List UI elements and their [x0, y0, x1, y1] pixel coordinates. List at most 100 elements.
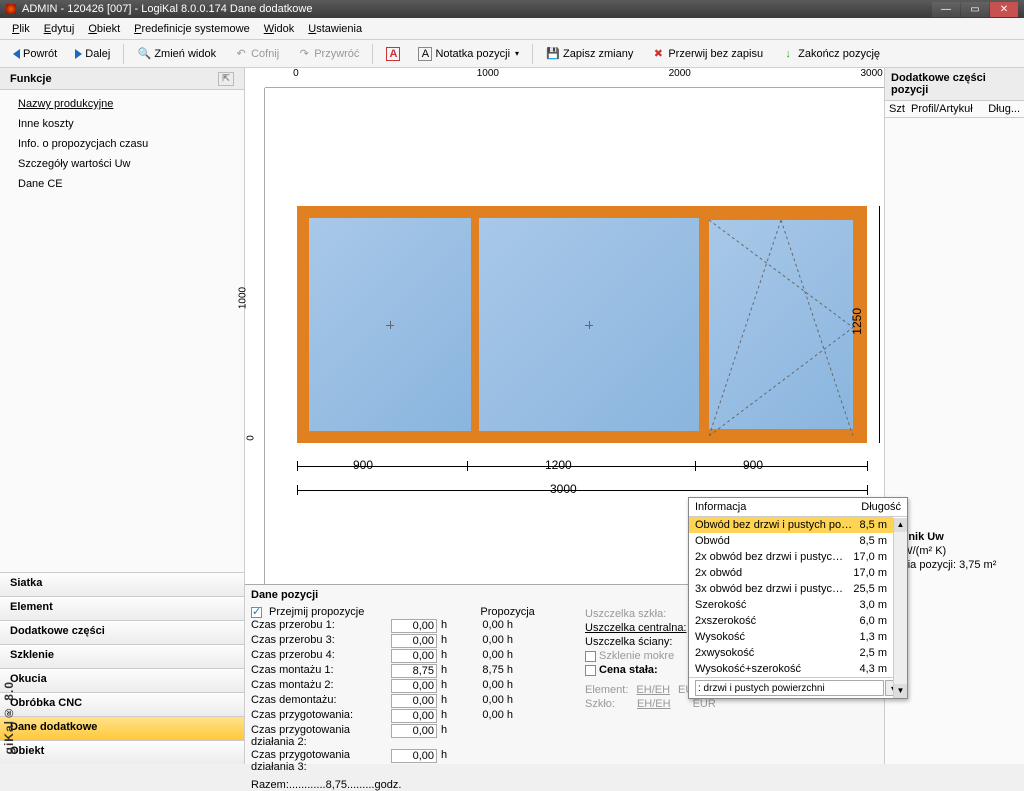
time-input[interactable] [391, 724, 437, 738]
info-row[interactable]: Szerokość3,0 m [689, 597, 893, 613]
info-row[interactable]: Obwód bez drzwi i pustych powierzchni8,5… [689, 517, 893, 533]
przejmij-checkbox[interactable] [251, 607, 262, 618]
letter-a-icon: A [386, 47, 400, 61]
cena-checkbox[interactable] [585, 665, 596, 676]
funkcje-list: Nazwy produkcyjne Inne koszty Info. o pr… [0, 90, 244, 198]
info-row[interactable]: 2xszerokość6,0 m [689, 613, 893, 629]
menu-plik[interactable]: Plik [6, 21, 36, 37]
funkcje-item[interactable]: Szczegóły wartości Uw [0, 154, 244, 174]
menu-obiekt[interactable]: Obiekt [82, 21, 126, 37]
section-okucia[interactable]: Okucia [0, 668, 244, 692]
time-input[interactable] [391, 709, 437, 723]
save-button[interactable]: 💾Zapisz zmiany [539, 44, 640, 64]
view-icon: 🔍 [137, 47, 151, 61]
menu-predef[interactable]: Predefinicje systemowe [128, 21, 256, 37]
info-popup: InformacjaDługość Obwód bez drzwi i pust… [688, 497, 908, 699]
time-label: Czas przygotowania działania 3: [251, 749, 391, 773]
change-view-button[interactable]: 🔍Zmień widok [130, 44, 223, 64]
undo-icon: ↶ [234, 47, 248, 61]
note-pos-button[interactable]: ANotatka pozycji▾ [411, 44, 526, 64]
pane-1 [305, 214, 475, 435]
info-row[interactable]: 2xwysokość2,5 m [689, 645, 893, 661]
time-input[interactable] [391, 619, 437, 633]
time-label: Czas przygotowania: [251, 709, 391, 723]
section-element[interactable]: Element [0, 596, 244, 620]
popup-dropdown[interactable]: ▾ [689, 677, 907, 698]
window-title: ADMIN - 120426 [007] - LogiKal 8.0.0.174… [22, 3, 312, 15]
back-button[interactable]: Powrót [6, 45, 64, 63]
maximize-button[interactable]: ▭ [961, 2, 989, 17]
menu-widok[interactable]: Widok [258, 21, 301, 37]
redo-icon: ↷ [297, 47, 311, 61]
popup-dropdown-input[interactable] [695, 680, 884, 696]
time-label: Czas przygotowania działania 2: [251, 724, 391, 748]
popup-scrollbar[interactable]: ▲ ▼ [893, 518, 907, 698]
info-row[interactable]: 2x obwód bez drzwi i pustych powierzchni… [689, 549, 893, 565]
dimension-line [297, 490, 867, 491]
funkcje-item[interactable]: Inne koszty [0, 114, 244, 134]
dimension-line-v [879, 206, 880, 443]
uw-info: zynnik Uw ,4 W/(m² K) chnia pozycji: 3,7… [890, 530, 1020, 572]
redo-button: ↷Przywróć [290, 44, 366, 64]
brand-label: giKal® 8.0 [2, 681, 16, 754]
funkcje-header: Funkcje ⇱ [0, 68, 244, 90]
section-czesci[interactable]: Dodatkowe części [0, 620, 244, 644]
time-input[interactable] [391, 664, 437, 678]
separator [372, 44, 373, 64]
save-icon: 💾 [546, 47, 560, 61]
collapse-icon[interactable]: ⇱ [218, 72, 234, 86]
titlebar: ADMIN - 120426 [007] - LogiKal 8.0.0.174… [0, 0, 1024, 18]
sidebar: Funkcje ⇱ Nazwy produkcyjne Inne koszty … [0, 68, 245, 764]
info-row[interactable]: Obwód8,5 m [689, 533, 893, 549]
toolbar: Powrót Dalej 🔍Zmień widok ↶Cofnij ↷Przyw… [0, 40, 1024, 68]
ruler-horizontal: 0 1000 2000 3000 [265, 68, 884, 88]
menu-ustaw[interactable]: Ustawienia [302, 21, 368, 37]
scroll-down-icon[interactable]: ▼ [894, 684, 907, 698]
dimension-label: 900 [353, 458, 373, 472]
right-panel-columns: Szt Profil/Artykuł Dług... [885, 101, 1024, 118]
time-label: Czas przerobu 3: [251, 634, 391, 648]
separator [123, 44, 124, 64]
section-siatka[interactable]: Siatka [0, 572, 244, 596]
time-label: Czas przerobu 1: [251, 619, 391, 633]
menu-edytuj[interactable]: Edytuj [38, 21, 81, 37]
section-obiekt[interactable]: Obiekt [0, 740, 244, 764]
dimension-label: 1200 [545, 458, 572, 472]
scroll-up-icon[interactable]: ▲ [894, 518, 907, 532]
time-input[interactable] [391, 694, 437, 708]
szklenie-checkbox[interactable] [585, 651, 596, 662]
funkcje-item[interactable]: Dane CE [0, 174, 244, 194]
close-button[interactable]: ✕ [990, 2, 1018, 17]
finish-button[interactable]: ↓Zakończ pozycję [774, 44, 887, 64]
info-row[interactable]: Wysokość1,3 m [689, 629, 893, 645]
info-row[interactable]: 2x obwód17,0 m [689, 565, 893, 581]
note-icon: A [418, 47, 432, 61]
dimension-line [297, 466, 867, 467]
funkcje-item[interactable]: Info. o propozycjach czasu [0, 134, 244, 154]
tilt-turn-icon [709, 220, 853, 436]
time-input[interactable] [391, 634, 437, 648]
note-a-button[interactable]: A [379, 44, 407, 64]
razem-label: Razem:............8,75.........godz. [251, 779, 878, 791]
app-icon [6, 4, 16, 14]
time-input[interactable] [391, 649, 437, 663]
minimize-button[interactable]: — [932, 2, 960, 17]
time-input[interactable] [391, 749, 437, 763]
time-label: Czas montażu 1: [251, 664, 391, 678]
info-row[interactable]: 3x obwód bez drzwi i pustych powierzchni… [689, 581, 893, 597]
ruler-vertical: 1000 0 [245, 88, 265, 584]
dimension-height: 1250 [850, 308, 864, 335]
section-cnc[interactable]: Obróbka CNC [0, 692, 244, 716]
dimension-label: 900 [743, 458, 763, 472]
info-row[interactable]: Wysokość+szerokość4,3 m [689, 661, 893, 677]
right-panel-head: Dodatkowe części pozycji [885, 68, 1024, 101]
next-button[interactable]: Dalej [68, 45, 117, 63]
time-label: Czas demontażu: [251, 694, 391, 708]
undo-button: ↶Cofnij [227, 44, 286, 64]
time-input[interactable] [391, 679, 437, 693]
arrow-left-icon [13, 49, 20, 59]
section-dodatkowe[interactable]: Dane dodatkowe [0, 716, 244, 740]
abort-button[interactable]: ✖Przerwij bez zapisu [644, 44, 770, 64]
funkcje-item[interactable]: Nazwy produkcyjne [0, 94, 244, 114]
section-szklenie[interactable]: Szklenie [0, 644, 244, 668]
